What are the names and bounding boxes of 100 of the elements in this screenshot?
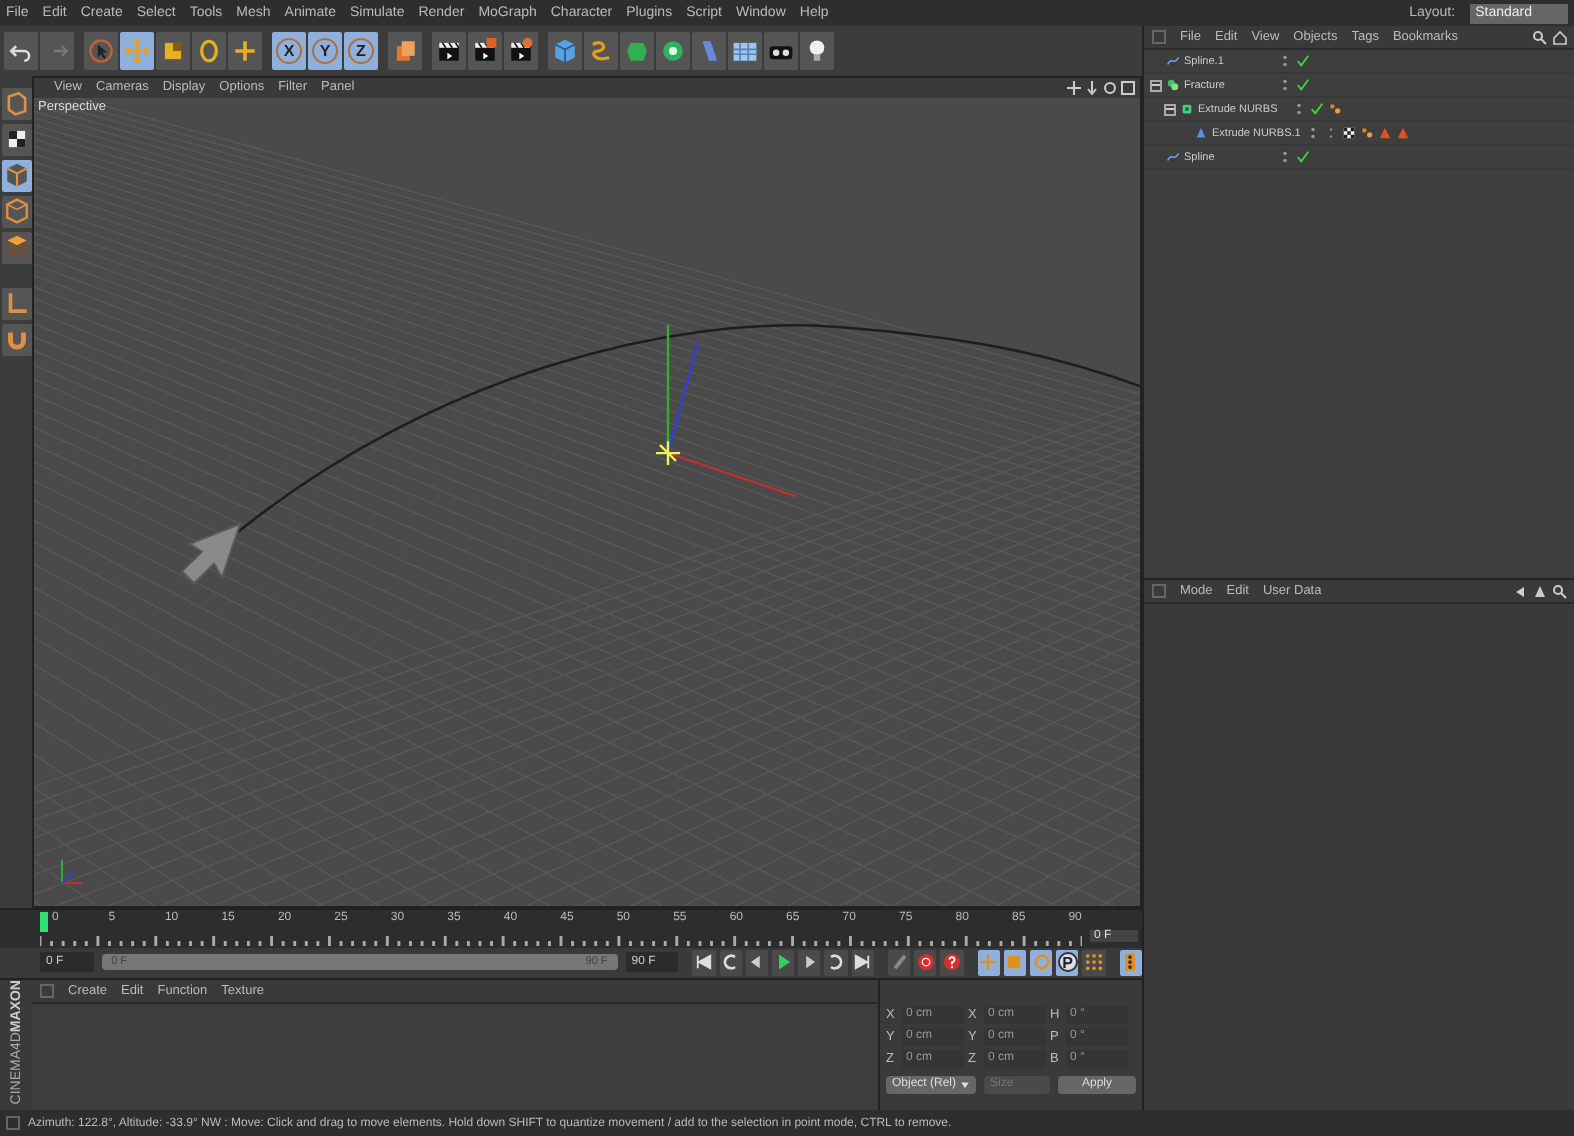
search-icon bbox=[1552, 583, 1568, 599]
render-settings-button[interactable] bbox=[504, 31, 538, 70]
deformer-button[interactable] bbox=[692, 31, 726, 70]
go-end-button[interactable] bbox=[851, 949, 874, 976]
coordinates-button[interactable] bbox=[388, 31, 422, 70]
axis-button[interactable]: Y bbox=[308, 31, 342, 70]
cube-face-icon bbox=[3, 234, 29, 261]
texture-button[interactable] bbox=[1, 123, 31, 156]
ring-icon bbox=[660, 37, 686, 64]
down-arrow-icon bbox=[1084, 79, 1100, 96]
scale-button[interactable] bbox=[156, 31, 190, 70]
move-view-icon bbox=[1066, 79, 1082, 96]
light-bulb-icon bbox=[804, 37, 830, 64]
spline-pen-icon bbox=[588, 37, 614, 64]
render-picture-button[interactable] bbox=[468, 31, 502, 70]
loop-button[interactable] bbox=[824, 949, 848, 976]
phong-tag-icon bbox=[1328, 102, 1342, 116]
visibility-dots-icon bbox=[1292, 102, 1306, 116]
rotate-icon bbox=[196, 37, 222, 64]
skip-forward-icon bbox=[852, 952, 873, 973]
visibility-dots-icon bbox=[1306, 126, 1320, 140]
caret-icon bbox=[960, 1079, 971, 1090]
play-icon bbox=[773, 952, 794, 973]
disabled-dots-icon bbox=[1324, 126, 1338, 140]
maximize-icon bbox=[1120, 79, 1136, 96]
clapperboard-icon bbox=[436, 37, 462, 64]
prev-key-button[interactable] bbox=[719, 949, 742, 976]
autokey-button[interactable] bbox=[914, 949, 937, 976]
skip-back-icon bbox=[693, 952, 714, 973]
phong-tag-icon bbox=[1360, 126, 1374, 140]
scale-icon bbox=[1004, 952, 1025, 973]
play-button[interactable] bbox=[772, 949, 795, 976]
checker-tag-icon bbox=[1342, 126, 1356, 140]
cone-icon bbox=[1194, 126, 1208, 140]
spline-icon bbox=[1166, 54, 1180, 68]
key-rotation-button[interactable] bbox=[1029, 949, 1053, 976]
scale-icon bbox=[160, 37, 186, 64]
undo-button[interactable] bbox=[4, 31, 38, 70]
check-icon bbox=[1296, 150, 1310, 164]
fracture-icon bbox=[1166, 78, 1180, 92]
timeline-button[interactable] bbox=[1119, 949, 1142, 976]
array-button[interactable] bbox=[656, 31, 690, 70]
editable-button[interactable] bbox=[1, 87, 31, 120]
extrude-icon bbox=[1180, 102, 1194, 116]
clapperboard-icon bbox=[472, 37, 498, 64]
move-icon bbox=[978, 952, 999, 973]
floor-button[interactable] bbox=[728, 31, 762, 70]
loop-icon bbox=[826, 952, 847, 973]
help-key-icon bbox=[941, 952, 962, 973]
collapse-icon[interactable] bbox=[1150, 79, 1162, 91]
arrow-cursor-icon bbox=[180, 521, 242, 585]
prev-frame-button[interactable] bbox=[745, 949, 769, 976]
rotate-button[interactable] bbox=[192, 31, 226, 70]
axis-corner-icon bbox=[3, 290, 29, 317]
camera-button[interactable] bbox=[764, 31, 798, 70]
home-icon bbox=[1552, 29, 1568, 45]
key-points-button[interactable] bbox=[1082, 949, 1106, 976]
recent-button[interactable] bbox=[228, 31, 262, 70]
cube-icon bbox=[552, 37, 578, 64]
cubes-icon bbox=[392, 37, 418, 64]
collapse-icon[interactable] bbox=[1164, 103, 1176, 115]
key-selection-button[interactable] bbox=[940, 949, 964, 976]
move-icon bbox=[124, 37, 150, 64]
rotate-view-icon bbox=[1102, 79, 1118, 96]
spline-button[interactable] bbox=[584, 31, 618, 70]
cube-button[interactable] bbox=[548, 31, 582, 70]
rotate-icon bbox=[1031, 952, 1052, 973]
clapperboard-icon bbox=[508, 37, 534, 64]
snap-button[interactable] bbox=[1, 323, 31, 356]
axis-button[interactable]: Z bbox=[344, 31, 378, 70]
key-parameter-button[interactable]: P bbox=[1056, 949, 1079, 976]
plus-icon bbox=[232, 37, 258, 64]
model-button[interactable] bbox=[1, 159, 31, 192]
back-icon bbox=[1512, 583, 1528, 599]
nurbs-button[interactable] bbox=[620, 31, 654, 70]
cube-icon bbox=[3, 162, 29, 189]
dot-grid-icon bbox=[1084, 952, 1105, 973]
light-button[interactable] bbox=[800, 31, 834, 70]
key-position-button[interactable] bbox=[977, 949, 1000, 976]
next-frame-button[interactable] bbox=[798, 949, 821, 976]
select-button[interactable] bbox=[84, 31, 118, 70]
go-start-button[interactable] bbox=[692, 949, 716, 976]
axis-mode-button[interactable] bbox=[1, 287, 31, 320]
edges-button[interactable] bbox=[1, 195, 31, 228]
render-view-button[interactable] bbox=[432, 31, 466, 70]
spline-icon bbox=[1166, 150, 1180, 164]
axis-button[interactable]: X bbox=[272, 31, 306, 70]
cube-outline-icon bbox=[3, 90, 29, 117]
up-icon bbox=[1532, 583, 1548, 599]
visibility-dots-icon bbox=[1278, 150, 1292, 164]
world-axis-icon bbox=[61, 857, 83, 884]
search-icon bbox=[1532, 29, 1548, 45]
hexagon-icon bbox=[624, 37, 650, 64]
cube-edges-icon bbox=[3, 198, 29, 225]
playhead[interactable] bbox=[40, 912, 48, 933]
polygons-button[interactable] bbox=[1, 231, 31, 264]
move-button[interactable] bbox=[120, 31, 154, 70]
checker-icon bbox=[3, 126, 29, 153]
visibility-dots-icon bbox=[1278, 78, 1292, 92]
key-scale-button[interactable] bbox=[1003, 949, 1026, 976]
